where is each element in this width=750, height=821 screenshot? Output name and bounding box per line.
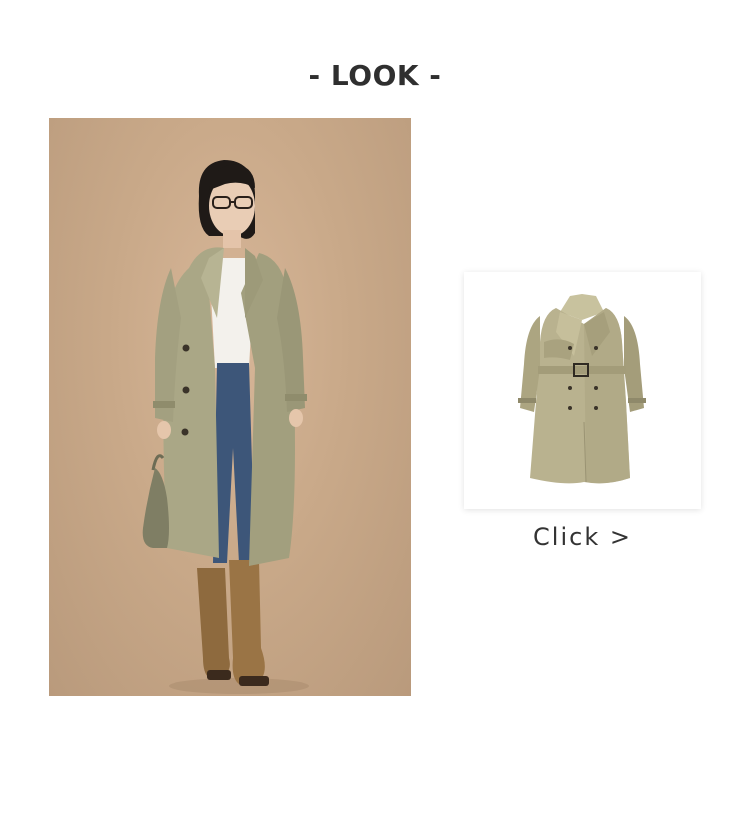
section-title: - LOOK - — [308, 59, 442, 92]
click-link[interactable]: Click > — [464, 520, 701, 554]
product-thumbnail-card[interactable] — [464, 272, 701, 509]
trench-coat-product-image — [518, 294, 646, 484]
look-model-photo — [49, 118, 411, 696]
